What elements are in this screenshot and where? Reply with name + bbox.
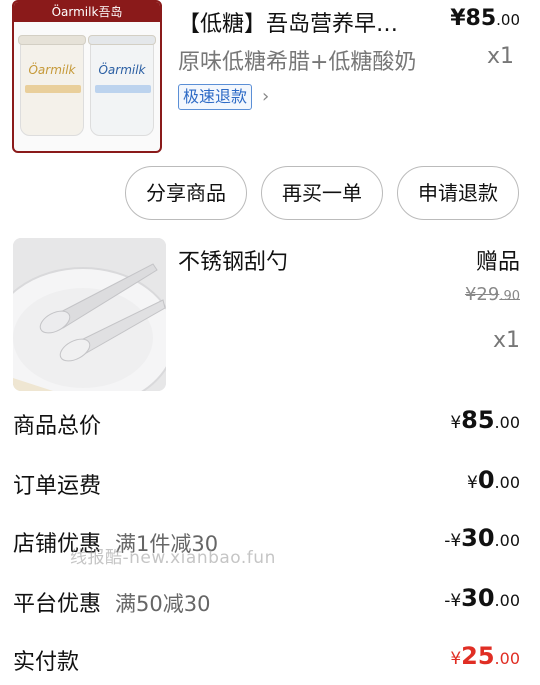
store-discount-sym: -¥ [444,531,462,551]
yogurt-cup-left-image: Öarmilk [18,35,86,136]
store-discount-amount: -¥30.00 [444,524,520,552]
platform-discount-promo: 满50减30 [115,592,211,616]
buy-again-button[interactable]: 再买一单 [261,166,383,220]
platform-discount-label: 平台优惠 满50减30 [13,586,210,618]
store-discount-int: 30 [461,524,495,552]
summary-row-platform-discount: 平台优惠 满50减30 -¥30.00 [0,578,540,624]
goods-total-sym: ¥ [450,413,462,433]
shipping-dec: .00 [494,473,520,492]
product-item-yogurt[interactable]: Öarmilk吾岛 Öarmilk Öarmilk 【低糖】吾岛营养早… ¥85… [0,0,540,160]
platform-discount-int: 30 [461,584,495,612]
platform-discount-sym: -¥ [444,591,462,611]
platform-discount-amount: -¥30.00 [444,584,520,612]
product-price-int: ¥85 [450,6,497,31]
yogurt-cup-right-image: Öarmilk [88,35,156,136]
gift-title[interactable]: 不锈钢刮勺 [178,244,288,276]
summary-row-shipping: 订单运费 ¥0.00 [0,460,540,506]
brand-bar: Öarmilk吾岛 [14,2,160,22]
paid-dec: .00 [494,649,520,668]
order-actions: 分享商品 再买一单 申请退款 [0,166,540,222]
fast-refund-tag[interactable]: 极速退款 [178,84,253,110]
spatula-plate-image [13,238,166,391]
summary-row-goods-total: 商品总价 ¥85.00 [0,400,540,446]
goods-total-dec: .00 [494,413,520,432]
product-quantity: x1 [486,44,514,69]
shipping-int: 0 [477,466,495,494]
paid-sym: ¥ [450,649,462,669]
paid-label: 实付款 [13,650,80,675]
share-product-button[interactable]: 分享商品 [125,166,247,220]
product-price: ¥85.00 [450,6,520,31]
shipping-amount: ¥0.00 [467,466,520,494]
goods-total-amount: ¥85.00 [450,406,520,434]
watermark-text: 线报酷-new.xianbao.fun [70,548,276,568]
platform-discount-dec: .00 [494,591,520,610]
cup-left-label: Öarmilk [28,63,76,77]
shipping-label: 订单运费 [13,474,102,499]
paid-amount: ¥25.00 [450,642,520,670]
product-thumbnail-yogurt[interactable]: Öarmilk吾岛 Öarmilk Öarmilk [12,0,162,153]
goods-total-int: 85 [461,406,495,434]
shipping-sym: ¥ [467,473,478,493]
summary-row-paid: 实付款 ¥25.00 [0,636,540,682]
product-price-dec: .00 [496,11,520,29]
gift-original-price: ¥29.90 [465,284,520,305]
goods-total-label: 商品总价 [13,414,102,439]
paid-int: 25 [461,642,495,670]
product-item-gift[interactable]: 不锈钢刮勺 赠品 ¥29.90 x1 [0,238,540,394]
gift-badge: 赠品 [475,250,520,275]
request-refund-button[interactable]: 申请退款 [397,166,519,220]
product-spec: 原味低糖希腊+低糖酸奶 [178,50,417,75]
gift-original-price-dec: .90 [499,289,520,304]
chevron-right-icon[interactable]: › [262,86,269,107]
platform-discount-title: 平台优惠 [13,592,102,617]
cup-right-label: Öarmilk [98,63,146,77]
product-thumbnail-spatula[interactable] [13,238,166,391]
gift-original-price-int: ¥29 [464,284,500,305]
store-discount-dec: .00 [494,531,520,550]
product-title[interactable]: 【低糖】吾岛营养早… [178,6,428,38]
gift-quantity: x1 [492,328,520,353]
